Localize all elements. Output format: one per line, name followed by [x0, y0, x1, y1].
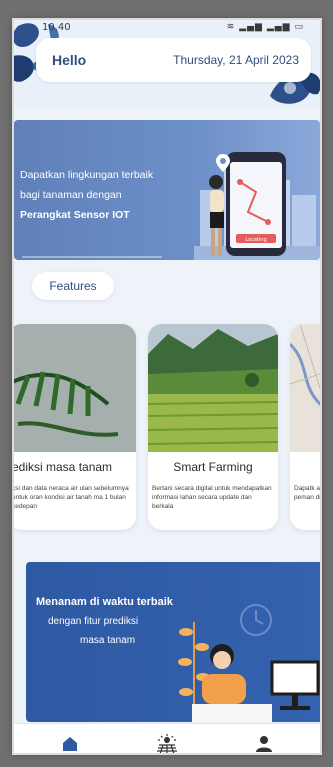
phone-screen: 10.40 ≋ ▂▄▆ ▂▄▆ ▭ Hello Thursday, 21 Apr…	[14, 20, 320, 753]
features-pill: Features	[32, 272, 114, 300]
home-icon	[63, 737, 77, 751]
banner-iot-line1: Dapatkan lingkungan terbaik	[20, 169, 154, 181]
feature-card-prediksi[interactable]: rediksi masa tanam ksi dan data neraca a…	[14, 324, 136, 530]
feature-card-map[interactable]: Dapatk agar leb peman digital	[290, 324, 320, 530]
date-text: Thursday, 21 April 2023	[173, 53, 299, 67]
signal-icon: ▂▄▆	[239, 22, 263, 32]
card-description: Dapatk agar leb peman digital	[294, 485, 320, 501]
nav-profile[interactable]	[254, 734, 274, 753]
feature-card-smart-farming[interactable]: Smart Farming Bertani secara digital unt…	[148, 324, 278, 530]
locating-label: Locating	[245, 237, 266, 243]
location-pin-icon	[216, 154, 230, 172]
nav-farm[interactable]	[157, 734, 177, 753]
banner-predict-line1: Menanam di waktu terbaik	[36, 596, 173, 608]
bottom-navigation	[14, 723, 320, 753]
banner-indicator	[22, 256, 162, 258]
planting-prediction-banner[interactable]: Menanam di waktu terbaik dengan fitur pr…	[26, 562, 320, 722]
signal-icon: ▂▄▆	[266, 22, 291, 32]
phone-map-illustration: Locating	[226, 152, 286, 256]
clock-icon	[240, 604, 272, 636]
status-time: 10.40	[42, 22, 71, 33]
banner-iot-line3: Perangkat Sensor IOT	[20, 209, 130, 221]
card-title: rediksi masa tanam	[14, 460, 113, 474]
nav-home[interactable]	[60, 734, 80, 753]
iot-sensor-banner[interactable]: Locating Dapatkan lingkungan terbaik bag…	[14, 120, 320, 260]
banner-iot-line2: bagi tanaman dengan	[20, 189, 122, 201]
greeting-text: Hello	[52, 52, 87, 68]
card-title: Smart Farming	[173, 460, 253, 474]
status-bar: 10.40 ≋ ▂▄▆ ▂▄▆ ▭	[14, 20, 320, 36]
banner-predict-line2: dengan fitur prediksi	[48, 616, 139, 627]
profile-icon	[256, 736, 272, 752]
farm-icon	[157, 734, 177, 753]
rice-field-image	[148, 324, 278, 452]
feature-carousel[interactable]: rediksi masa tanam ksi dan data neraca a…	[14, 324, 320, 534]
wifi-icon: ≋	[226, 22, 236, 32]
card-description: Bertani secara digital untuk mendapatkan…	[152, 485, 272, 510]
status-icons: ≋ ▂▄▆ ▂▄▆ ▭	[227, 22, 304, 32]
header-card: Hello Thursday, 21 April 2023	[36, 38, 311, 82]
map-image	[290, 324, 320, 452]
banner-predict-line3: masa tanam	[80, 635, 136, 646]
rain-leaf-image	[14, 324, 136, 452]
thinking-person-illustration	[192, 644, 272, 722]
battery-icon: ▭	[294, 22, 304, 32]
card-description: ksi dan data neraca air ulan sebelumnya …	[14, 485, 129, 510]
woman-illustration	[209, 175, 224, 256]
computer-monitor-illustration	[270, 660, 320, 710]
